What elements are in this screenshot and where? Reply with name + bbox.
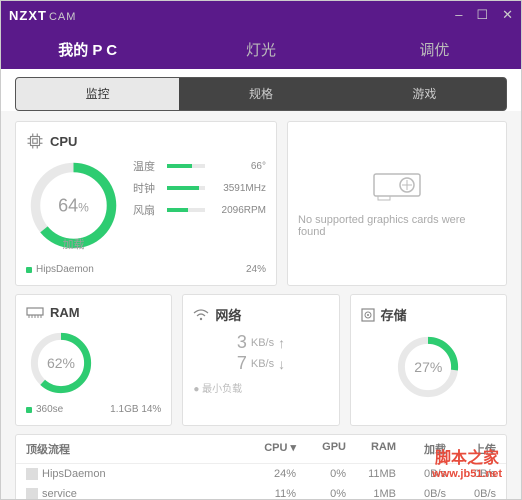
col-up[interactable]: 上传 (446, 441, 496, 457)
cpu-top-process-pct: 24% (246, 264, 266, 275)
status-dot (26, 407, 32, 413)
navbar: 我的 P C 灯光 调优 (1, 29, 521, 69)
nav-lighting[interactable]: 灯光 (174, 29, 347, 70)
ram-top-process: 360se (36, 404, 63, 415)
cpu-icon (26, 132, 44, 150)
network-card: 网络 3KB/s↑ 7KB/s↓ ● 最小负载 (182, 294, 339, 426)
process-icon (26, 468, 38, 480)
col-cpu[interactable]: CPU ▾ (246, 441, 296, 457)
cpu-temp-value: 66° (211, 161, 266, 172)
minimize-button[interactable]: – (455, 7, 462, 23)
gpu-icon (372, 169, 422, 204)
table-row[interactable]: HipsDaemon 24% 0% 11MB 0B/s 0B/s (16, 464, 506, 484)
tab-games[interactable]: 游戏 (343, 78, 506, 110)
ram-icon (26, 307, 44, 319)
col-gpu[interactable]: GPU (296, 441, 346, 457)
net-footer: 最小负载 (202, 384, 242, 395)
app-logo: NZXTCAM (9, 8, 76, 23)
storage-title: 存储 (381, 305, 407, 324)
ram-pct: 62% (47, 355, 75, 371)
col-name[interactable]: 顶级流程 (26, 441, 246, 457)
nav-tuning[interactable]: 调优 (348, 29, 521, 70)
net-down-value: 7 (237, 353, 247, 374)
col-down[interactable]: 加载 (396, 441, 446, 457)
nav-mypc[interactable]: 我的 P C (1, 29, 174, 70)
cpu-card: CPU 64% 加载 温度 (15, 121, 277, 286)
titlebar: NZXTCAM – ☐ ✕ (1, 1, 521, 29)
storage-pct: 27% (414, 359, 442, 375)
process-table: 顶级流程 CPU ▾ GPU RAM 加载 上传 HipsDaemon 24% … (15, 434, 507, 499)
cpu-clock-label: 时钟 (133, 180, 161, 196)
gpu-card: No supported graphics cards were found (287, 121, 507, 286)
process-icon (26, 488, 38, 499)
cpu-fan-value: 2096RPM (211, 205, 266, 216)
cpu-clock-value: 3591MHz (211, 183, 266, 194)
cpu-load-value: 64% (58, 195, 89, 216)
tab-monitor[interactable]: 监控 (16, 78, 179, 110)
arrow-up-icon: ↑ (278, 335, 285, 351)
table-row[interactable]: service 11% 0% 1MB 0B/s 0B/s (16, 484, 506, 499)
cpu-load-label: 加载 (63, 236, 85, 252)
cpu-top-process: HipsDaemon (36, 264, 94, 275)
arrow-down-icon: ↓ (278, 356, 285, 372)
network-title: 网络 (215, 305, 241, 324)
cpu-fan-label: 风扇 (133, 202, 161, 218)
wifi-icon (193, 309, 209, 321)
subtabs: 监控 规格 游戏 (15, 77, 507, 111)
cpu-temp-label: 温度 (133, 158, 161, 174)
close-button[interactable]: ✕ (502, 7, 513, 23)
maximize-button[interactable]: ☐ (476, 7, 488, 23)
ram-title: RAM (50, 305, 80, 320)
ram-card: RAM 62% 360se 1.1GB 14% (15, 294, 172, 426)
storage-card: 存储 27% (350, 294, 507, 426)
cpu-title: CPU (50, 134, 77, 149)
gpu-empty-message: No supported graphics cards were found (298, 214, 496, 238)
tab-specs[interactable]: 规格 (179, 78, 342, 110)
net-up-value: 3 (237, 332, 247, 353)
status-dot (26, 267, 32, 273)
disk-icon (361, 308, 375, 322)
col-ram[interactable]: RAM (346, 441, 396, 457)
